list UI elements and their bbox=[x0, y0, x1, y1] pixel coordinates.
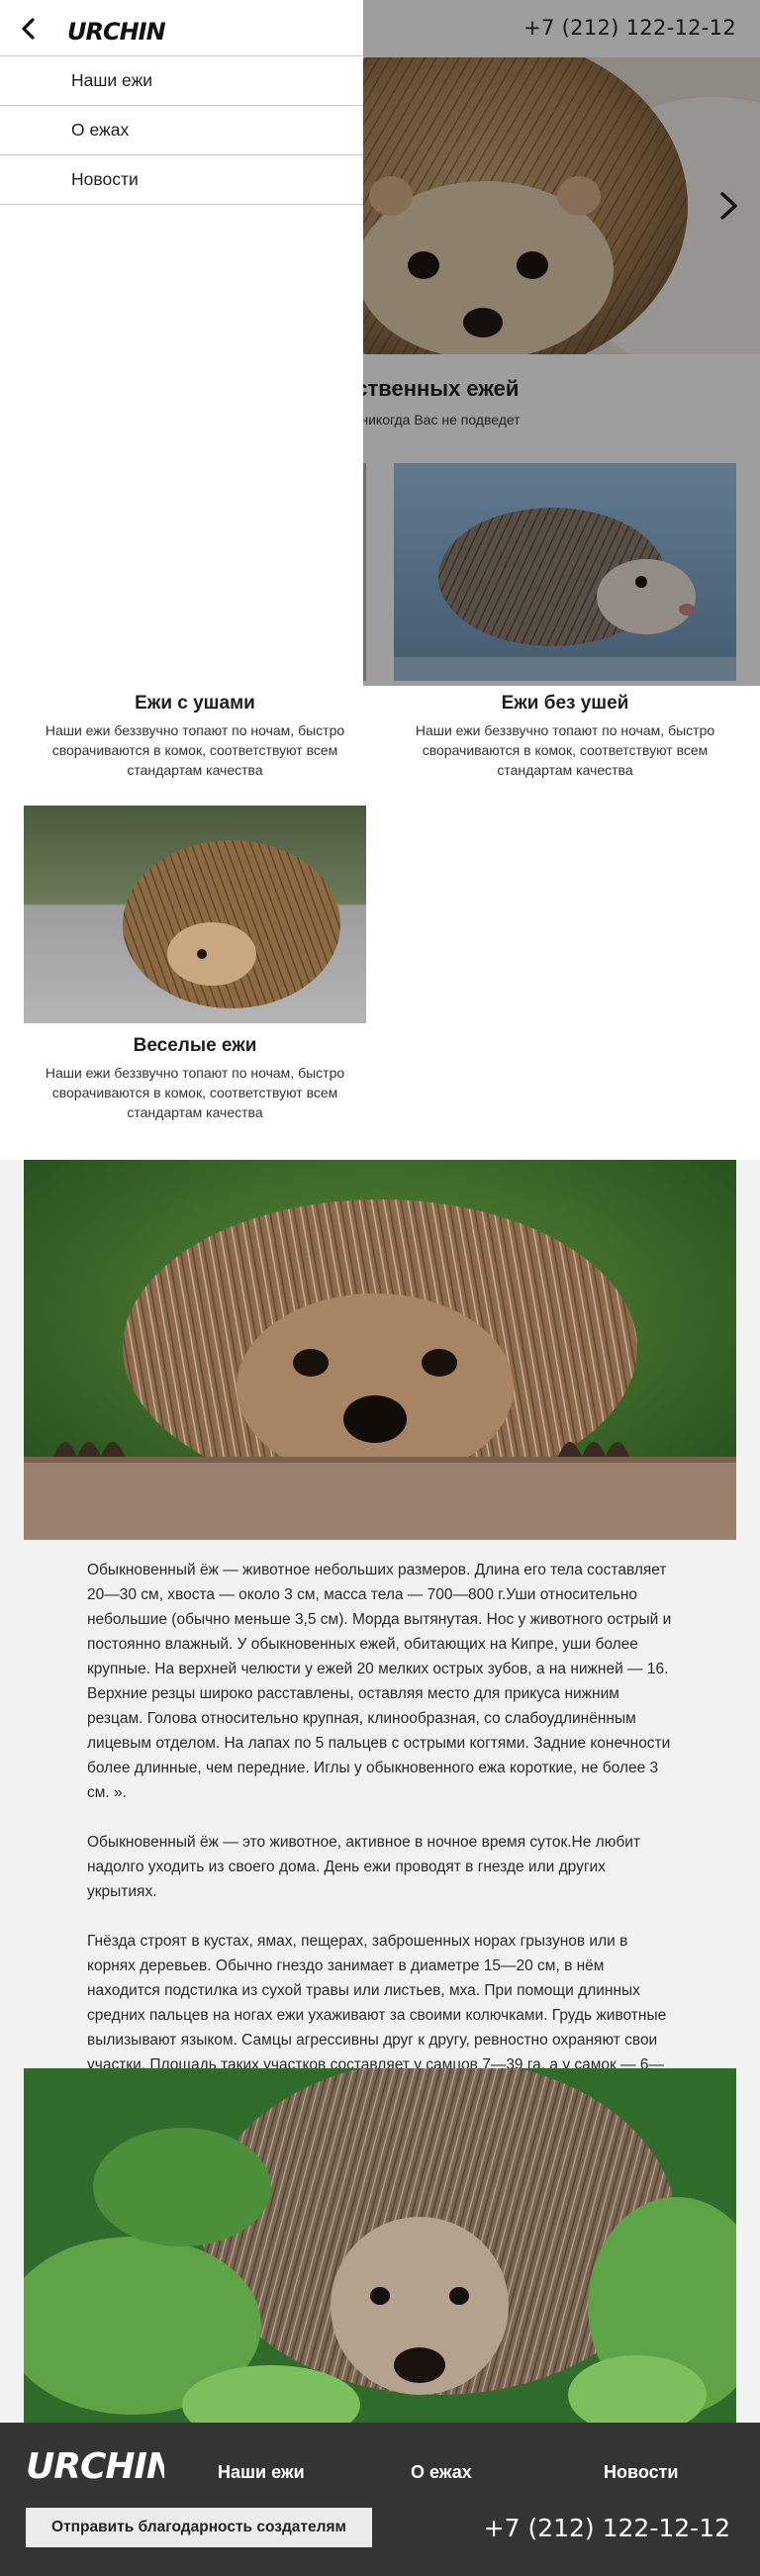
menu-item-about[interactable]: О ежах bbox=[0, 106, 363, 155]
product-description: Наши ежи беззвучно топают по ночам, быст… bbox=[45, 1065, 345, 1120]
send-thanks-button[interactable]: Отправить благодарность создателям bbox=[26, 2508, 372, 2547]
footer-nav-news[interactable]: Новости bbox=[604, 2462, 678, 2483]
product-image bbox=[24, 806, 366, 1023]
product-title: Ежи с ушами bbox=[135, 693, 255, 714]
footer-nav-about[interactable]: О ежах bbox=[411, 2462, 472, 2483]
side-menu-header: URCHIN bbox=[0, 0, 363, 56]
menu-logo[interactable]: URCHIN bbox=[67, 14, 176, 52]
product-description: Наши ежи беззвучно топают по ночам, быст… bbox=[415, 722, 715, 778]
side-menu: URCHIN Наши ежи О ежах Новости bbox=[0, 0, 363, 686]
hedgehog-in-leaves-photo bbox=[24, 2068, 736, 2425]
footer-phone[interactable]: +7 (212) 122-12-12 bbox=[484, 2514, 730, 2542]
menu-item-news[interactable]: Новости bbox=[0, 155, 363, 205]
site-footer: URCHIN Наши ежи О ежах Новости Отправить… bbox=[0, 2423, 760, 2576]
hedgehog-photo bbox=[24, 806, 366, 1023]
product-title: Ежи без ушей bbox=[501, 693, 629, 714]
urchin-logo: URCHIN bbox=[67, 18, 167, 46]
logo-text: URCHIN bbox=[67, 18, 166, 46]
hedgehog-closeup-photo bbox=[24, 1160, 736, 1540]
menu-item-our-hedgehogs[interactable]: Наши ежи bbox=[0, 56, 363, 106]
article-section: Обыкновенный ёж — животное небольших раз… bbox=[0, 1160, 760, 2425]
article-image-bottom bbox=[24, 2068, 736, 2425]
footer-logo[interactable]: URCHIN bbox=[26, 2436, 177, 2495]
logo-text: URCHIN bbox=[26, 2446, 164, 2487]
menu-back-button[interactable] bbox=[14, 14, 44, 44]
article-paragraph: Обыкновенный ёж — животное небольших раз… bbox=[87, 1562, 672, 1801]
urchin-logo: URCHIN bbox=[26, 2446, 177, 2487]
arrow-left-icon bbox=[22, 18, 35, 40]
article-text: Обыкновенный ёж — животное небольших раз… bbox=[87, 1558, 673, 2102]
article-paragraph: Обыкновенный ёж — это животное, активное… bbox=[87, 1834, 640, 1900]
footer-nav-our-hedgehogs[interactable]: Наши ежи bbox=[218, 2462, 305, 2483]
product-card[interactable]: Веселые ежи Наши ежи беззвучно топают по… bbox=[24, 806, 366, 1122]
product-title: Веселые ежи bbox=[133, 1035, 257, 1056]
article-image-top bbox=[24, 1160, 736, 1540]
product-description: Наши ежи беззвучно топают по ночам, быст… bbox=[45, 722, 345, 778]
